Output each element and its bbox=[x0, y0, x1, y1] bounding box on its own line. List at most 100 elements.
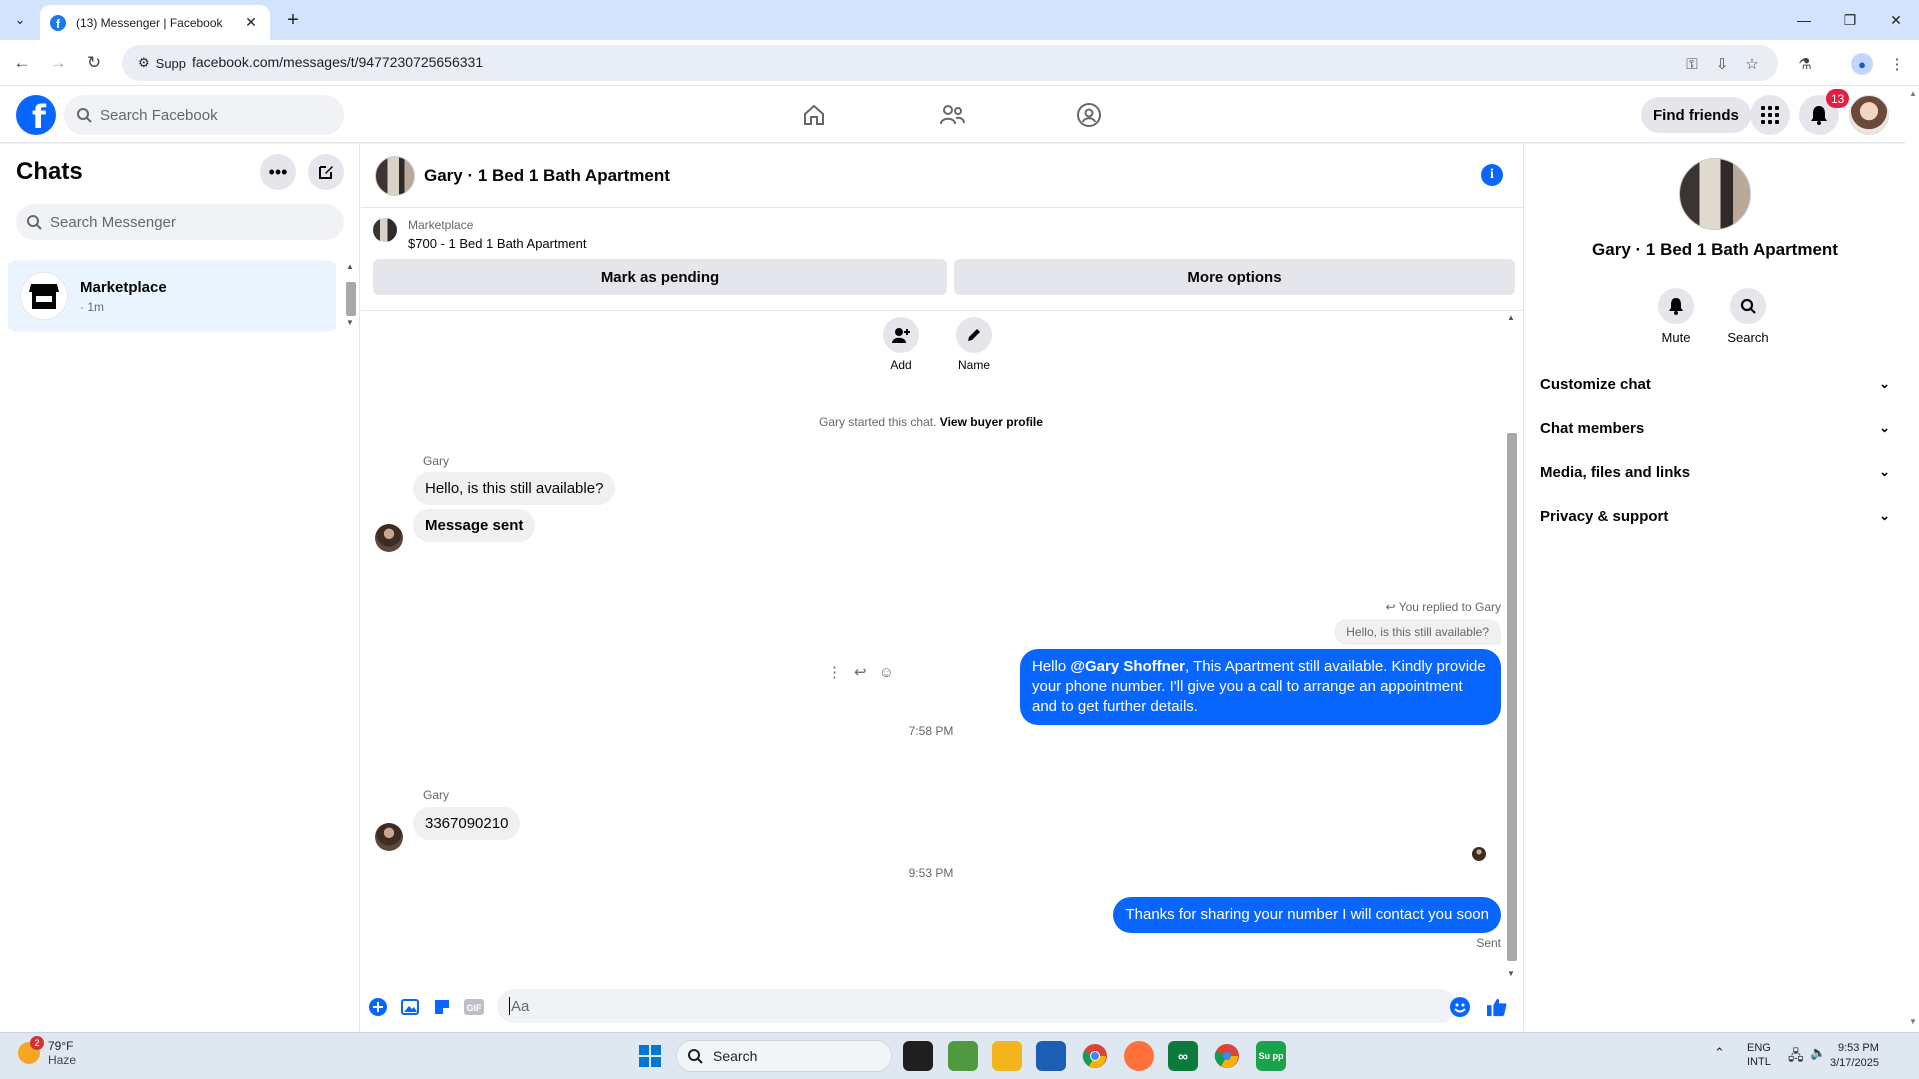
install-app-icon[interactable]: ⇩ bbox=[1712, 54, 1732, 74]
tripadvisor-app-icon[interactable]: ∞ bbox=[1168, 1041, 1198, 1071]
input-language-indicator[interactable]: ENG INTL bbox=[1747, 1041, 1771, 1069]
reply-icon[interactable]: ↩ bbox=[854, 663, 867, 681]
account-avatar[interactable] bbox=[1849, 95, 1889, 135]
bookmark-star-icon[interactable]: ☆ bbox=[1742, 54, 1762, 74]
scrollbar-thumb[interactable] bbox=[346, 282, 356, 316]
new-message-compose-icon[interactable] bbox=[308, 154, 344, 190]
chat-members-row[interactable]: Chat members ⌄ bbox=[1540, 410, 1890, 446]
restore-window-icon[interactable]: ❐ bbox=[1827, 0, 1873, 40]
like-thumbs-up-icon[interactable] bbox=[1487, 997, 1507, 1017]
network-icon[interactable]: 🖧 bbox=[1788, 1045, 1804, 1069]
facebook-search-input[interactable]: Search Facebook bbox=[64, 95, 344, 135]
firefox-icon[interactable] bbox=[1124, 1041, 1154, 1071]
taskbar-search[interactable]: Search bbox=[676, 1040, 892, 1072]
search-in-conversation-icon[interactable] bbox=[1730, 288, 1766, 324]
gif-icon[interactable]: GIF bbox=[464, 997, 484, 1017]
task-view-icon[interactable] bbox=[903, 1041, 933, 1071]
back-arrow-icon[interactable]: ← bbox=[10, 51, 34, 75]
more-actions-icon[interactable]: ⋮ bbox=[827, 663, 842, 681]
facebook-logo-icon[interactable]: f bbox=[16, 95, 56, 135]
windows-start-icon[interactable] bbox=[635, 1041, 665, 1071]
conversation-info-icon[interactable]: i bbox=[1481, 164, 1503, 186]
file-explorer-icon[interactable] bbox=[992, 1041, 1022, 1071]
attach-photo-icon[interactable] bbox=[400, 997, 420, 1017]
close-tab-icon[interactable]: ✕ bbox=[242, 14, 260, 31]
messenger-search-placeholder: Search Messenger bbox=[50, 213, 176, 231]
address-bar[interactable]: ⚙ Supp facebook.com/messages/t/947723072… bbox=[122, 45, 1778, 81]
listing-thumbnail[interactable] bbox=[375, 156, 415, 196]
chrome-icon[interactable] bbox=[1080, 1041, 1110, 1071]
messenger-search-input[interactable]: Search Messenger bbox=[16, 204, 344, 240]
sender-avatar[interactable] bbox=[375, 524, 403, 552]
password-key-icon[interactable]: ⚿ bbox=[1682, 54, 1702, 74]
thread-scrollbar[interactable]: ▲ ▼ bbox=[1503, 311, 1519, 983]
message-thread[interactable]: Add Name Gary started this chat. View bu… bbox=[361, 310, 1523, 982]
system-clock[interactable]: 9:53 PM 3/17/2025 bbox=[1830, 1041, 1879, 1071]
sender-avatar[interactable] bbox=[375, 823, 403, 851]
outgoing-message-bubble[interactable]: Thanks for sharing your number I will co… bbox=[1113, 897, 1501, 933]
incoming-message-bubble[interactable]: Hello, is this still available? bbox=[413, 472, 616, 505]
friends-icon[interactable] bbox=[897, 93, 1007, 137]
mute-bell-icon[interactable] bbox=[1658, 288, 1694, 324]
customize-chat-row[interactable]: Customize chat ⌄ bbox=[1540, 366, 1890, 402]
chat-options-ellipsis-icon[interactable]: ••• bbox=[260, 154, 296, 190]
volume-icon[interactable]: 🔈 bbox=[1810, 1045, 1826, 1061]
incoming-message-bubble[interactable]: Message sent bbox=[413, 509, 536, 542]
browser-tab-messenger[interactable]: f (13) Messenger | Facebook ✕ bbox=[40, 5, 270, 40]
search-action[interactable]: Search bbox=[1718, 288, 1778, 345]
weather-widget[interactable]: 2 79°F Haze bbox=[18, 1036, 76, 1067]
find-friends-button[interactable]: Find friends bbox=[1641, 97, 1751, 133]
menu-grid-icon[interactable] bbox=[1750, 95, 1790, 135]
edit-name-pencil-icon[interactable] bbox=[956, 317, 992, 353]
listing-price-title[interactable]: $700 - 1 Bed 1 Bath Apartment bbox=[408, 236, 587, 251]
chat-list-item-marketplace[interactable]: Marketplace · 1m bbox=[8, 260, 336, 332]
view-buyer-profile-link[interactable]: View buyer profile bbox=[940, 415, 1043, 429]
tab-search-chevron-icon[interactable]: ⌄ bbox=[8, 8, 32, 32]
scroll-down-icon[interactable]: ▼ bbox=[1507, 969, 1515, 978]
incoming-message-bubble[interactable]: 3367090210 bbox=[413, 807, 521, 840]
profile-icon[interactable]: ● bbox=[1850, 52, 1874, 76]
scroll-up-icon[interactable]: ▲ bbox=[346, 262, 354, 271]
scroll-down-icon[interactable]: ▼ bbox=[346, 318, 354, 327]
show-hidden-icons-chevron-icon[interactable]: ⌃ bbox=[1714, 1045, 1725, 1061]
conversation-title[interactable]: Gary · 1 Bed 1 Bath Apartment bbox=[424, 166, 670, 186]
details-listing-photo[interactable] bbox=[1679, 158, 1751, 230]
minimize-window-icon[interactable]: — bbox=[1781, 0, 1827, 40]
scroll-up-icon[interactable]: ▲ bbox=[1507, 313, 1515, 322]
media-files-links-row[interactable]: Media, files and links ⌄ bbox=[1540, 454, 1890, 490]
message-input[interactable]: Aa bbox=[497, 989, 1457, 1023]
mark-as-pending-button[interactable]: Mark as pending bbox=[373, 259, 947, 295]
reload-icon[interactable]: ↻ bbox=[82, 51, 106, 75]
sticker-icon[interactable] bbox=[432, 997, 452, 1017]
page-scrollbar[interactable]: ▲ ▼ bbox=[1905, 87, 1919, 1032]
scroll-up-icon[interactable]: ▲ bbox=[1909, 89, 1917, 98]
labs-flask-icon[interactable]: ⚗ bbox=[1793, 52, 1817, 76]
site-info-chip[interactable]: ⚙ Supp bbox=[130, 51, 194, 75]
browser-menu-icon[interactable]: ⋮ bbox=[1885, 52, 1909, 76]
chat-list-scrollbar[interactable]: ▲ ▼ bbox=[344, 262, 358, 328]
microsoft-store-icon[interactable] bbox=[1036, 1041, 1066, 1071]
scroll-down-icon[interactable]: ▼ bbox=[1909, 1017, 1917, 1026]
more-options-button[interactable]: More options bbox=[954, 259, 1515, 295]
emoji-icon[interactable] bbox=[1450, 997, 1470, 1017]
chrome-profile-icon[interactable] bbox=[1212, 1041, 1242, 1071]
add-person-icon[interactable] bbox=[883, 317, 919, 353]
weather-temperature: 79°F bbox=[48, 1039, 74, 1053]
outgoing-message-bubble[interactable]: Hello @Gary Shoffner, This Apartment sti… bbox=[1020, 649, 1501, 725]
quoted-message[interactable]: Hello, is this still available? bbox=[1334, 619, 1501, 645]
privacy-support-row[interactable]: Privacy & support ⌄ bbox=[1540, 498, 1890, 534]
new-tab-plus-icon[interactable]: + bbox=[281, 8, 305, 32]
groups-icon[interactable] bbox=[1034, 93, 1144, 137]
scrollbar-thumb[interactable] bbox=[1507, 433, 1517, 961]
mute-label: Mute bbox=[1661, 330, 1691, 345]
react-emoji-icon[interactable]: ☺ bbox=[879, 664, 894, 681]
mute-action[interactable]: Mute bbox=[1646, 288, 1706, 345]
notepad-app-icon[interactable] bbox=[948, 1041, 978, 1071]
active-app-icon[interactable]: Su pp bbox=[1256, 1041, 1286, 1071]
more-actions-plus-icon[interactable] bbox=[368, 997, 388, 1017]
close-window-icon[interactable]: ✕ bbox=[1873, 0, 1919, 40]
home-icon[interactable] bbox=[759, 93, 869, 137]
weather-badge: 2 bbox=[30, 1036, 44, 1050]
mention-gary-shoffner[interactable]: @Gary Shoffner bbox=[1070, 658, 1185, 675]
forward-arrow-icon[interactable]: → bbox=[46, 51, 70, 75]
